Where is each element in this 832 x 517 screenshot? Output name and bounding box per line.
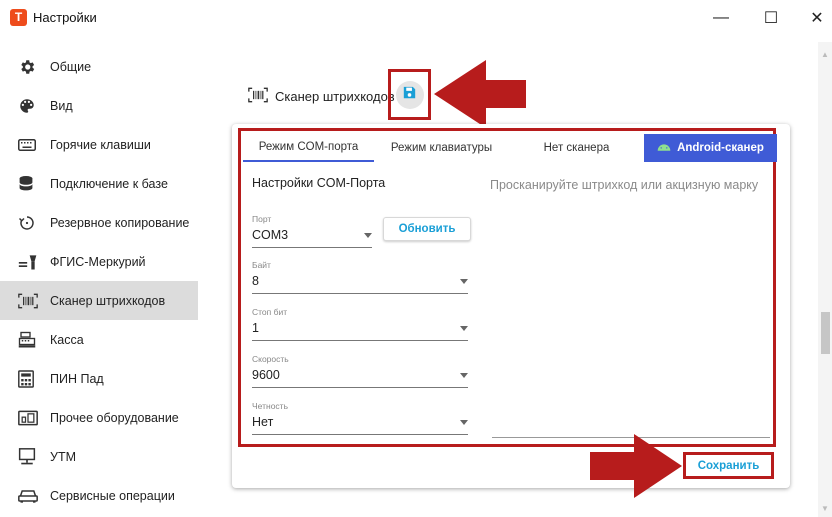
chevron-down-icon: [460, 326, 468, 331]
sidebar-item-label: Сканер штрихкодов: [50, 293, 166, 308]
tab-label: Нет сканера: [543, 142, 610, 154]
arrow-to-save-icon: [434, 60, 526, 128]
parity-value-text: Нет: [252, 415, 274, 429]
com-settings-title: Настройки COM-Порта: [252, 176, 386, 190]
tab-com-port[interactable]: Режим COM-порта: [243, 134, 374, 162]
sidebar-item-label: ПИН Пад: [50, 371, 104, 386]
android-icon: [657, 142, 671, 154]
tab-android-scanner[interactable]: Android-сканер: [644, 134, 777, 162]
stop-bits-label: Стоп бит: [252, 307, 288, 317]
parity-select[interactable]: Четность Нет: [252, 401, 468, 435]
pinpad-icon: [18, 369, 42, 389]
scroll-up-icon[interactable]: ▲: [820, 50, 830, 60]
floppy-icon: [403, 86, 416, 104]
port-label: Порт: [252, 214, 272, 224]
palette-icon: [18, 96, 42, 116]
speed-value: 9600: [252, 368, 468, 388]
scroll-thumb[interactable]: [821, 312, 830, 354]
devices-icon: [18, 408, 42, 428]
backup-icon: [18, 213, 42, 233]
stop-bits-value: 1: [252, 321, 468, 341]
byte-value-text: 8: [252, 274, 259, 288]
port-select[interactable]: Порт COM3: [252, 214, 372, 248]
sidebar-item-backup[interactable]: Резервное копирование: [0, 203, 198, 242]
cash-register-icon: [18, 330, 42, 350]
sidebar-item-mercury[interactable]: ФГИС-Меркурий: [0, 242, 198, 281]
sidebar-item-other-devices[interactable]: Прочее оборудование: [0, 398, 198, 437]
sidebar-item-view[interactable]: Вид: [0, 86, 198, 125]
parity-value: Нет: [252, 415, 468, 435]
tab-no-scanner[interactable]: Нет сканера: [509, 134, 644, 162]
speed-select[interactable]: Скорость 9600: [252, 354, 468, 388]
maximize-button[interactable]: ☐: [749, 3, 793, 33]
scrollbar[interactable]: ▲ ▼: [818, 42, 832, 517]
barcode-icon: [18, 291, 42, 311]
minimize-button[interactable]: —: [699, 3, 743, 33]
save-icon-highlight: [388, 69, 431, 120]
mercury-icon: [18, 252, 42, 272]
sidebar-item-label: Сервисные операции: [50, 488, 175, 503]
port-value-text: COM3: [252, 228, 289, 242]
chevron-down-icon: [460, 279, 468, 284]
stop-bits-select[interactable]: Стоп бит 1: [252, 307, 468, 341]
database-icon: [18, 174, 42, 194]
car-icon: [18, 486, 42, 506]
app-logo: Т: [10, 9, 27, 26]
sidebar-item-label: Подключение к базе: [50, 176, 168, 191]
sidebar-item-label: Общие: [50, 60, 92, 74]
sidebar-item-service[interactable]: Сервисные операции: [0, 476, 198, 515]
sidebar-item-label: УТМ: [50, 449, 76, 464]
sidebar-item-barcode-scanner[interactable]: Сканер штрихкодов: [0, 281, 198, 320]
scroll-down-icon[interactable]: ▼: [820, 504, 830, 514]
sidebar-item-database[interactable]: Подключение к базе: [0, 164, 198, 203]
tab-keyboard[interactable]: Режим клавиатуры: [374, 134, 509, 162]
close-button[interactable]: ✕: [795, 3, 832, 33]
sidebar-item-label: Прочее оборудование: [50, 410, 179, 425]
tab-label: Android-сканер: [677, 142, 764, 154]
sidebar-item-label: ФГИС-Меркурий: [50, 254, 146, 269]
sidebar-item-hotkeys[interactable]: Горячие клавиши: [0, 125, 198, 164]
sidebar-item-utm[interactable]: УТМ: [0, 437, 198, 476]
byte-label: Байт: [252, 260, 271, 270]
sidebar-item-cash-register[interactable]: Касса: [0, 320, 198, 359]
scanner-mode-tabs: Режим COM-порта Режим клавиатуры Нет ска…: [243, 134, 777, 162]
window-title: Настройки: [33, 10, 97, 25]
chevron-down-icon: [364, 233, 372, 238]
byte-value: 8: [252, 274, 468, 294]
save-button[interactable]: Сохранить: [687, 456, 770, 475]
sidebar: Общие Вид Горячие клавиши Подключение к …: [0, 48, 198, 515]
save-icon-button[interactable]: [395, 80, 424, 109]
chevron-down-icon: [460, 373, 468, 378]
chevron-down-icon: [460, 420, 468, 425]
stop-bits-value-text: 1: [252, 321, 259, 335]
content-header: Сканер штрихкодов: [248, 82, 395, 110]
title-bar: Т Настройки — ☐ ✕: [0, 0, 832, 36]
arrow-to-save-button: [590, 434, 682, 498]
sidebar-item-pinpad[interactable]: ПИН Пад: [0, 359, 198, 398]
port-value: COM3: [252, 228, 372, 248]
sidebar-item-label: Горячие клавиши: [50, 137, 151, 152]
sidebar-item-label: Вид: [50, 98, 73, 113]
monitor-icon: [18, 447, 42, 467]
tab-label: Режим COM-порта: [258, 141, 359, 153]
speed-label: Скорость: [252, 354, 289, 364]
gear-icon: [18, 57, 42, 77]
page-title: Сканер штрихкодов: [275, 88, 395, 104]
sidebar-item-label: Резервное копирование: [50, 215, 190, 230]
parity-label: Четность: [252, 401, 288, 411]
scan-hint-text: Просканируйте штрихкод или акцизную марк…: [490, 178, 759, 192]
refresh-button[interactable]: Обновить: [383, 217, 471, 241]
tab-label: Режим клавиатуры: [390, 142, 493, 154]
byte-select[interactable]: Байт 8: [252, 260, 468, 294]
speed-value-text: 9600: [252, 368, 280, 382]
sidebar-item-general[interactable]: Общие: [0, 48, 198, 86]
sidebar-item-label: Касса: [50, 332, 84, 347]
keyboard-icon: [18, 135, 42, 155]
barcode-icon: [248, 87, 268, 106]
